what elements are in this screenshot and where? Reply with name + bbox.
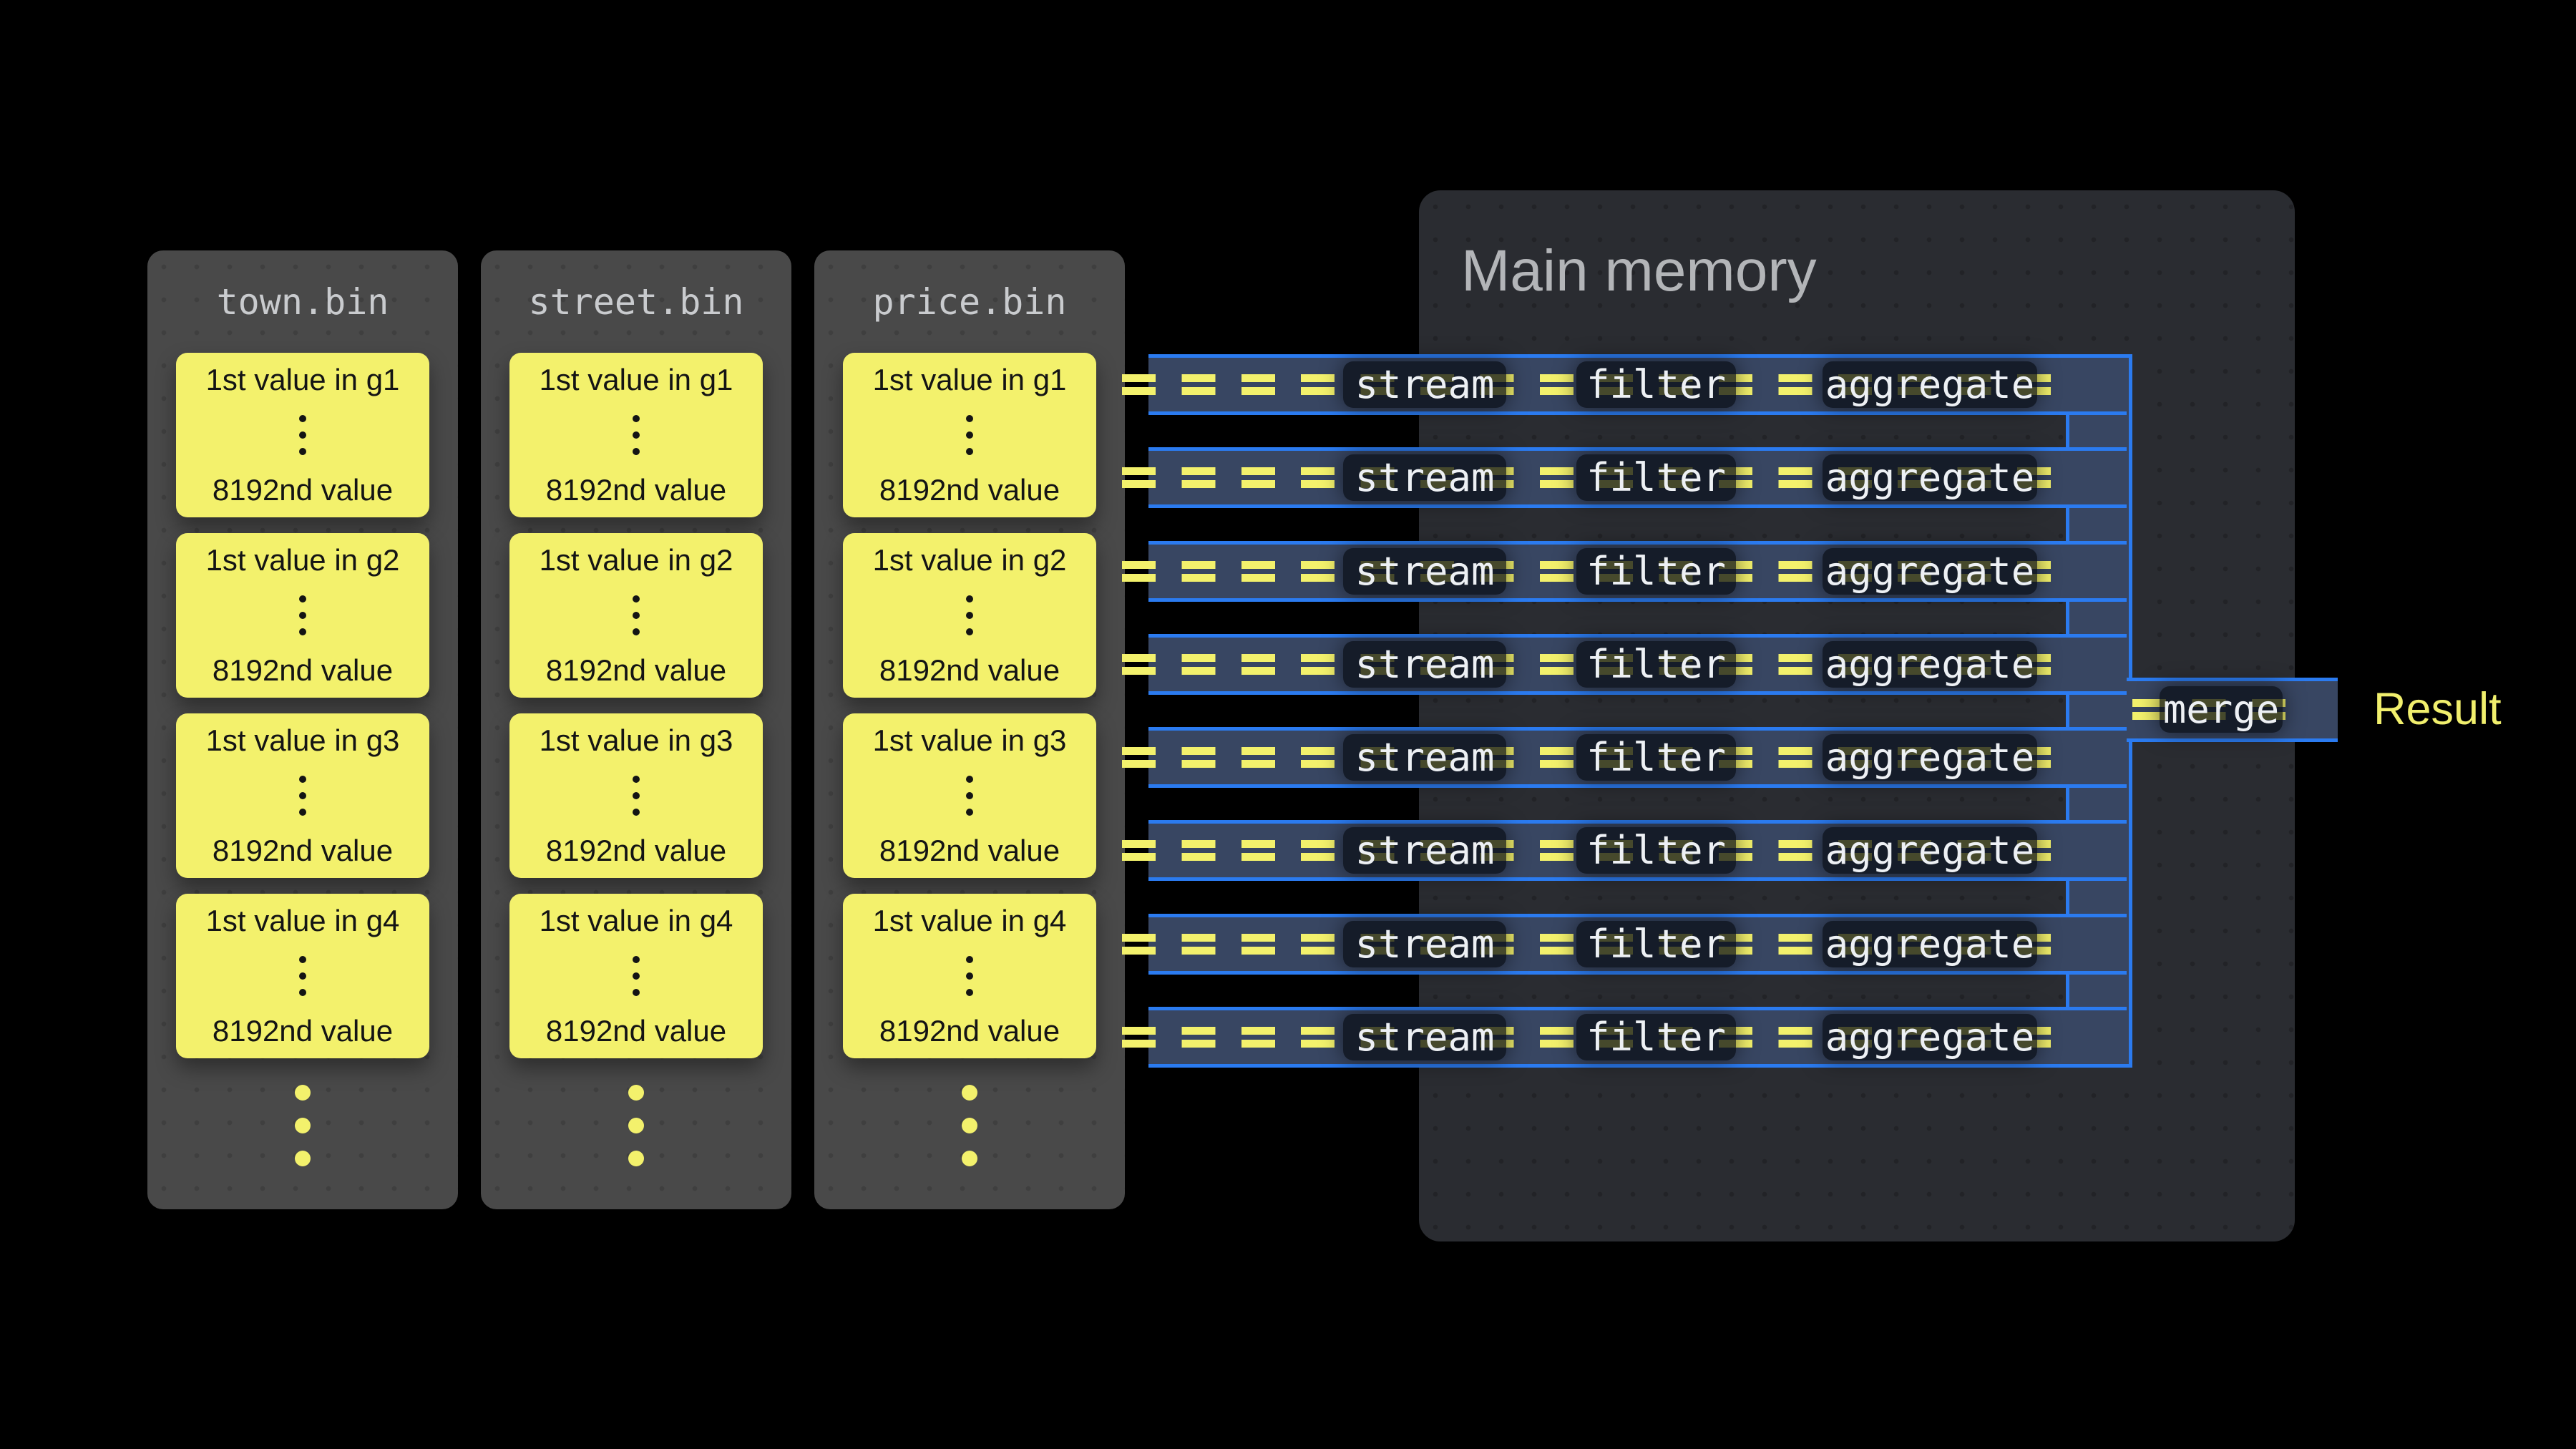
group-first-value-label: 1st value in g2 [206, 545, 400, 576]
group-last-value-label: 8192nd value [546, 1015, 726, 1047]
stage-chip-filter: filter [1576, 548, 1736, 595]
stage-chip-filter: filter [1576, 361, 1736, 408]
pipeline-row: stream filter aggregate [1148, 1007, 2127, 1068]
group-last-value-label: 8192nd value [546, 474, 726, 506]
group-last-value-label: 8192nd value [879, 474, 1060, 506]
group-ellipsis-icon [966, 776, 973, 816]
stage-chip-filter: filter [1576, 734, 1736, 781]
stage-chip-aggregate: aggregate [1823, 827, 2037, 874]
pipeline-row: stream filter aggregate [1148, 634, 2127, 695]
group-ellipsis-icon [299, 776, 306, 816]
stage-chip-stream: stream [1343, 827, 1506, 874]
group-first-value-label: 1st value in g4 [540, 905, 733, 937]
value-group-box: 1st value in g4 8192nd value [843, 894, 1096, 1058]
group-ellipsis-icon [966, 595, 973, 635]
group-last-value-label: 8192nd value [213, 1015, 393, 1047]
group-ellipsis-icon [299, 956, 306, 996]
group-first-value-label: 1st value in g1 [540, 364, 733, 396]
group-last-value-label: 8192nd value [546, 655, 726, 686]
stage-chip-stream: stream [1343, 548, 1506, 595]
group-last-value-label: 8192nd value [546, 835, 726, 867]
stage-chip-stream: stream [1343, 921, 1506, 967]
group-first-value-label: 1st value in g1 [873, 364, 1067, 396]
value-group-box: 1st value in g2 8192nd value [509, 533, 763, 698]
stage-chip-aggregate: aggregate [1823, 641, 2037, 688]
group-first-value-label: 1st value in g2 [873, 545, 1067, 576]
stage-chip-stream: stream [1343, 734, 1506, 781]
group-first-value-label: 1st value in g3 [873, 725, 1067, 756]
value-group-box: 1st value in g3 8192nd value [509, 713, 763, 878]
group-first-value-label: 1st value in g3 [540, 725, 733, 756]
result-label: Result [2373, 687, 2502, 732]
stage-chip-aggregate: aggregate [1823, 454, 2037, 501]
file-panel-street-bin: street.bin1st value in g18192nd value1st… [481, 250, 791, 1209]
group-first-value-label: 1st value in g2 [540, 545, 733, 576]
group-last-value-label: 8192nd value [213, 655, 393, 686]
pipeline-row: stream filter aggregate [1148, 541, 2127, 602]
group-first-value-label: 1st value in g4 [206, 905, 400, 937]
value-group-box: 1st value in g2 8192nd value [843, 533, 1096, 698]
diagram-canvas: Main memory merge Result town.bin1st val… [0, 0, 2576, 1449]
pipeline-row: stream filter aggregate [1148, 914, 2127, 975]
value-group-box: 1st value in g1 8192nd value [509, 353, 763, 517]
group-last-value-label: 8192nd value [213, 835, 393, 867]
group-last-value-label: 8192nd value [879, 655, 1060, 686]
main-memory-title: Main memory [1461, 242, 1817, 301]
more-groups-ellipsis-icon [962, 1085, 977, 1166]
stage-chip-aggregate: aggregate [1823, 361, 2037, 408]
group-first-value-label: 1st value in g4 [873, 905, 1067, 937]
value-group-box: 1st value in g4 8192nd value [176, 894, 429, 1058]
value-group-box: 1st value in g4 8192nd value [509, 894, 763, 1058]
value-group-box: 1st value in g1 8192nd value [843, 353, 1096, 517]
group-ellipsis-icon [633, 956, 640, 996]
group-ellipsis-icon [633, 776, 640, 816]
stage-chip-aggregate: aggregate [1823, 1014, 2037, 1060]
stage-chip-filter: filter [1576, 921, 1736, 967]
stage-chip-filter: filter [1576, 454, 1736, 501]
group-ellipsis-icon [299, 595, 306, 635]
stage-chip-filter: filter [1576, 641, 1736, 688]
group-first-value-label: 1st value in g3 [206, 725, 400, 756]
stage-chip-aggregate: aggregate [1823, 734, 2037, 781]
pipeline-row: stream filter aggregate [1148, 727, 2127, 788]
value-group-box: 1st value in g1 8192nd value [176, 353, 429, 517]
stage-chip-stream: stream [1343, 454, 1506, 501]
pipeline-row: stream filter aggregate [1148, 447, 2127, 508]
group-ellipsis-icon [633, 415, 640, 455]
stage-chip-merge: merge [2160, 686, 2283, 733]
stage-chip-stream: stream [1343, 1014, 1506, 1060]
stage-chip-stream: stream [1343, 641, 1506, 688]
stage-chip-stream: stream [1343, 361, 1506, 408]
file-panel-price-bin: price.bin1st value in g18192nd value1st … [814, 250, 1125, 1209]
group-ellipsis-icon [966, 415, 973, 455]
pipeline-row: stream filter aggregate [1148, 820, 2127, 881]
file-name-label: town.bin [147, 250, 458, 353]
file-panel-town-bin: town.bin1st value in g18192nd value1st v… [147, 250, 458, 1209]
stage-chip-filter: filter [1576, 1014, 1736, 1060]
group-ellipsis-icon [633, 595, 640, 635]
group-last-value-label: 8192nd value [213, 474, 393, 506]
pipeline-row: stream filter aggregate [1148, 354, 2127, 415]
group-ellipsis-icon [966, 956, 973, 996]
stage-chip-filter: filter [1576, 827, 1736, 874]
file-name-label: street.bin [481, 250, 791, 353]
group-last-value-label: 8192nd value [879, 1015, 1060, 1047]
value-group-box: 1st value in g3 8192nd value [176, 713, 429, 878]
file-name-label: price.bin [814, 250, 1125, 353]
value-group-box: 1st value in g3 8192nd value [843, 713, 1096, 878]
group-first-value-label: 1st value in g1 [206, 364, 400, 396]
group-ellipsis-icon [299, 415, 306, 455]
merge-channel: merge [2127, 678, 2338, 742]
more-groups-ellipsis-icon [628, 1085, 644, 1166]
stage-chip-aggregate: aggregate [1823, 921, 2037, 967]
group-last-value-label: 8192nd value [879, 835, 1060, 867]
more-groups-ellipsis-icon [295, 1085, 311, 1166]
stage-chip-aggregate: aggregate [1823, 548, 2037, 595]
value-group-box: 1st value in g2 8192nd value [176, 533, 429, 698]
